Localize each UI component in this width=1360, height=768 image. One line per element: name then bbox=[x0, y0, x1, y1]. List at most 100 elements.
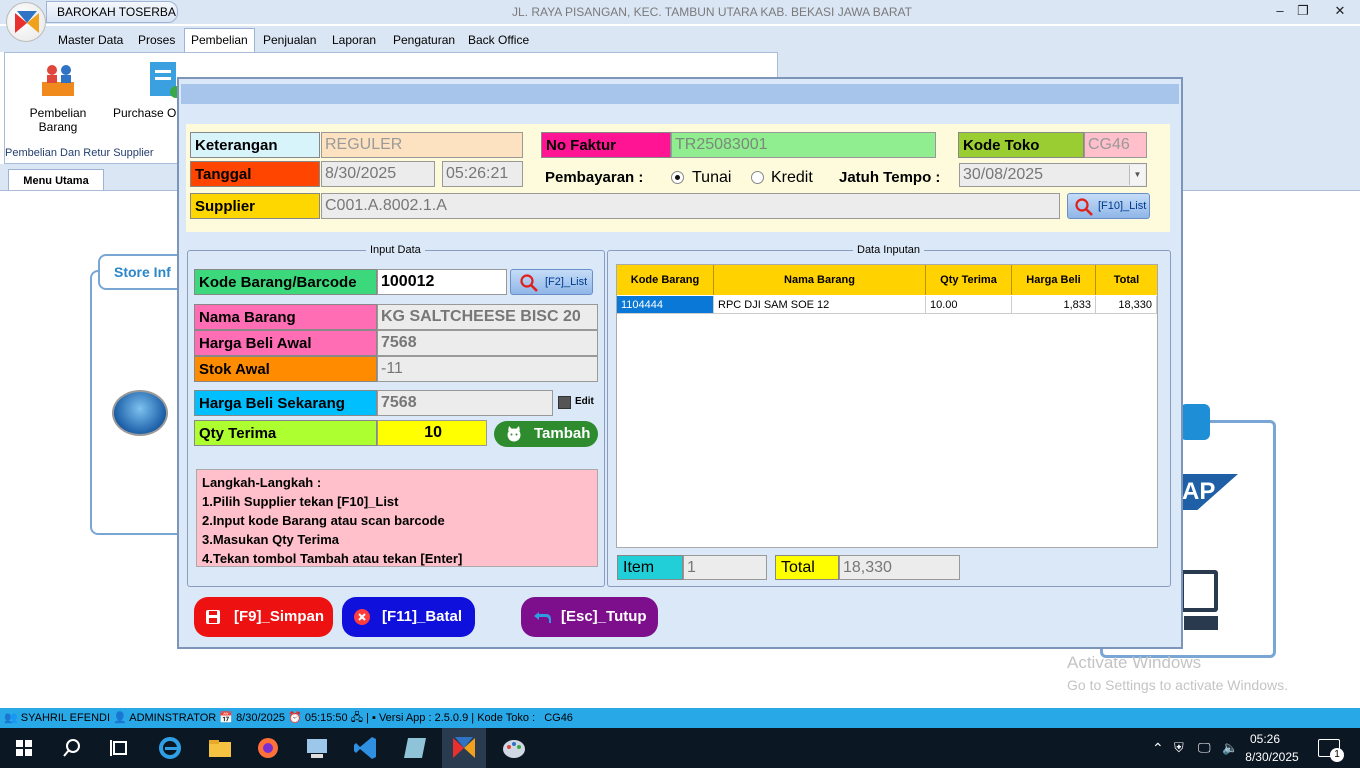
supplier-field[interactable]: C001.A.8002.1.A bbox=[321, 193, 1060, 219]
tray-network-icon[interactable]: 🖵 bbox=[1198, 740, 1211, 756]
menu-pembelian[interactable]: Pembelian bbox=[184, 28, 255, 52]
purchase-people-icon bbox=[42, 65, 74, 96]
col-nama-barang[interactable]: Nama Barang bbox=[714, 265, 926, 295]
harga-beli-awal-field[interactable]: 7568 bbox=[377, 330, 598, 356]
no-faktur-label: No Faktur bbox=[541, 132, 671, 158]
keterangan-field[interactable]: REGULER bbox=[321, 132, 523, 158]
barokah-app-icon[interactable] bbox=[450, 734, 478, 762]
search-icon bbox=[520, 274, 538, 292]
kode-barang-input[interactable]: 100012 bbox=[377, 269, 507, 295]
barang-list-label: [F2]_List bbox=[545, 276, 588, 288]
file-explorer-icon[interactable] bbox=[206, 734, 234, 762]
menu-laporan[interactable]: Laporan bbox=[326, 30, 382, 50]
tambah-label: Tambah bbox=[534, 425, 591, 442]
pembelian-barang-button[interactable]: Pembelian Barang bbox=[10, 60, 106, 134]
col-total[interactable]: Total bbox=[1096, 265, 1157, 295]
steps-title: Langkah-Langkah : bbox=[202, 475, 322, 490]
purchase-order-label: Purchase Or bbox=[113, 106, 178, 120]
chevron-down-icon[interactable]: ▼ bbox=[1129, 165, 1145, 185]
menu-master-data[interactable]: Master Data bbox=[52, 30, 129, 50]
start-icon[interactable] bbox=[10, 734, 38, 762]
batal-label: [F11]_Batal bbox=[382, 608, 463, 625]
total-label: Total bbox=[775, 555, 839, 580]
batal-button[interactable]: [F11]_Batal bbox=[342, 597, 475, 637]
edit-label[interactable]: Edit bbox=[575, 396, 594, 407]
task-view-icon[interactable] bbox=[106, 734, 134, 762]
stok-awal-field[interactable]: -11 bbox=[377, 356, 598, 382]
status-versi: Versi App : 2.5.0.9 bbox=[378, 712, 469, 724]
data-grid[interactable]: Kode Barang Nama Barang Qty Terima Harga… bbox=[616, 264, 1158, 548]
vscode-icon[interactable] bbox=[352, 734, 380, 762]
cell-nama-barang[interactable]: RPC DJI SAM SOE 12 bbox=[714, 296, 926, 314]
item-field[interactable]: 1 bbox=[683, 555, 767, 580]
app-name: BAROKAH TOSERBA bbox=[46, 1, 178, 23]
col-qty-terima[interactable]: Qty Terima bbox=[926, 265, 1012, 295]
radio-tunai-label[interactable]: Tunai bbox=[692, 169, 731, 187]
menu-back-office[interactable]: Back Office bbox=[462, 30, 535, 50]
cell-kode-barang[interactable]: 1104444 bbox=[617, 296, 714, 314]
computer-icon[interactable] bbox=[303, 734, 331, 762]
pembayaran-label: Pembayaran : bbox=[545, 169, 644, 186]
menu-pengaturan[interactable]: Pengaturan bbox=[387, 30, 461, 50]
edit-checkbox[interactable] bbox=[558, 396, 571, 409]
harga-beli-awal-label: Harga Beli Awal bbox=[194, 330, 377, 356]
notes-icon[interactable] bbox=[402, 734, 430, 762]
role-icon: 👤 bbox=[113, 712, 127, 724]
radio-kredit-label[interactable]: Kredit bbox=[771, 169, 813, 187]
no-faktur-field[interactable]: TR25083001 bbox=[671, 132, 936, 158]
supplier-list-button[interactable]: [F10]_List bbox=[1067, 193, 1150, 219]
firefox-icon[interactable] bbox=[254, 734, 282, 762]
status-separator: | bbox=[366, 712, 369, 724]
tray-chevron-up-icon[interactable]: ⌃ bbox=[1152, 740, 1164, 757]
step-2: 2.Input kode Barang atau scan barcode bbox=[202, 513, 445, 528]
kode-toko-field[interactable]: CG46 bbox=[1084, 132, 1147, 158]
menu-proses[interactable]: Proses bbox=[132, 30, 181, 50]
simpan-button[interactable]: [F9]_Simpan bbox=[194, 597, 333, 637]
supplier-label: Supplier bbox=[190, 193, 320, 219]
time-field[interactable]: 05:26:21 bbox=[442, 161, 523, 187]
jatuh-tempo-label: Jatuh Tempo : bbox=[839, 169, 941, 186]
activate-windows-title: Activate Windows bbox=[1067, 653, 1202, 672]
radio-kredit[interactable] bbox=[751, 171, 764, 184]
document-icon bbox=[150, 62, 178, 98]
status-separator: | bbox=[471, 712, 475, 724]
qty-terima-input[interactable]: 10 bbox=[377, 420, 487, 446]
status-date: 8/30/2025 bbox=[236, 712, 285, 724]
monitor-icon bbox=[1180, 570, 1218, 630]
barang-list-button[interactable]: [F2]_List bbox=[510, 269, 593, 295]
radio-tunai[interactable] bbox=[671, 171, 684, 184]
status-role: ADMINSTRATOR bbox=[129, 712, 217, 724]
status-time: 05:15:50 bbox=[304, 712, 348, 724]
tray-date[interactable]: 8/30/2025 bbox=[1236, 750, 1308, 764]
cancel-icon bbox=[354, 609, 370, 625]
tambah-button[interactable]: Tambah bbox=[494, 421, 598, 447]
qty-terima-label: Qty Terima bbox=[194, 420, 377, 446]
tab-menu-utama[interactable]: Menu Utama bbox=[8, 169, 104, 191]
total-field[interactable]: 18,330 bbox=[839, 555, 960, 580]
tanggal-field[interactable]: 8/30/2025 bbox=[321, 161, 435, 187]
tray-time[interactable]: 05:26 bbox=[1236, 732, 1294, 746]
jatuh-tempo-dropdown[interactable]: 30/08/2025 ▼ bbox=[959, 163, 1147, 187]
app-logo-icon[interactable] bbox=[6, 2, 46, 42]
tray-security-icon[interactable]: ⛨ bbox=[1174, 740, 1184, 756]
nama-barang-field[interactable]: KG SALTCHEESE BISC 20 bbox=[377, 304, 598, 330]
window-title: JL. RAYA PISANGAN, KEC. TAMBUN UTARA KAB… bbox=[512, 5, 912, 19]
simpan-label: [F9]_Simpan bbox=[234, 608, 325, 625]
activate-windows-subtitle: Go to Settings to activate Windows. bbox=[1067, 677, 1288, 693]
cell-qty-terima[interactable]: 10.00 bbox=[926, 296, 1012, 314]
search-icon[interactable] bbox=[58, 734, 86, 762]
purchase-order-button[interactable]: Purchase Or bbox=[112, 60, 178, 120]
step-3: 3.Masukan Qty Terima bbox=[202, 532, 340, 547]
paint-icon[interactable] bbox=[500, 734, 528, 762]
col-kode-barang[interactable]: Kode Barang bbox=[617, 265, 714, 295]
cell-harga-beli[interactable]: 1,833 bbox=[1012, 296, 1096, 314]
menu-penjualan[interactable]: Penjualan bbox=[257, 30, 322, 50]
ie-icon[interactable] bbox=[156, 734, 184, 762]
harga-beli-sekarang-field[interactable]: 7568 bbox=[377, 390, 553, 416]
maximize-button[interactable]: ❐ bbox=[1285, 0, 1321, 24]
cell-total[interactable]: 18,330 bbox=[1096, 296, 1157, 314]
tutup-button[interactable]: [Esc]_Tutup bbox=[521, 597, 658, 637]
col-harga-beli[interactable]: Harga Beli bbox=[1012, 265, 1096, 295]
close-button[interactable]: ✕ bbox=[1322, 0, 1358, 24]
network-icon: 🖧 bbox=[350, 712, 363, 724]
